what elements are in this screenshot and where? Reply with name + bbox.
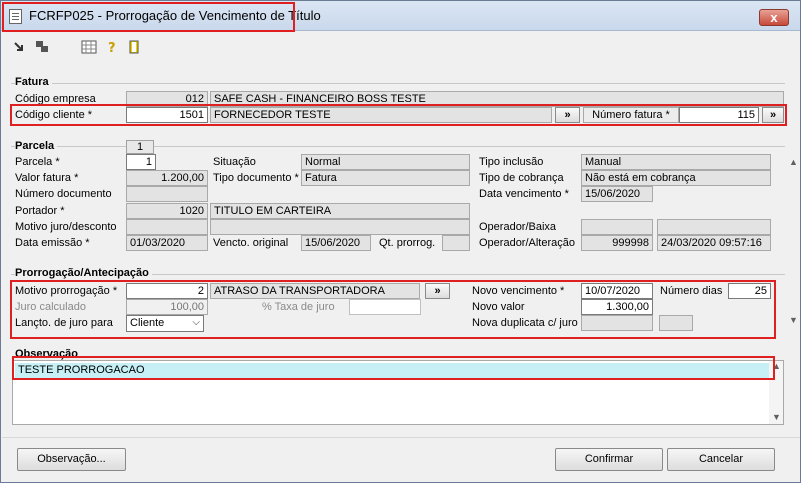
motivo-prorrogacao-name-field: ATRASO DA TRANSPORTADORA <box>210 283 420 299</box>
observacao-group-label: Observação <box>15 348 81 360</box>
scroll-up-icon[interactable]: ▲ <box>789 157 798 167</box>
motivo-prorrogacao-code-input[interactable]: 2 <box>126 283 208 299</box>
empresa-label: Código empresa <box>15 93 96 105</box>
tipo-cobranca-field: Não está em cobrança <box>581 170 771 186</box>
numero-fatura-label: Número fatura * <box>583 107 679 123</box>
calculator-icon[interactable] <box>81 40 97 54</box>
operador-alteracao-date-field: 24/03/2020 09:57:16 <box>657 235 771 251</box>
observacao-memo[interactable]: TESTE PRORROGACAO ▲ ▼ <box>12 360 784 425</box>
empresa-code-field: 012 <box>126 91 208 107</box>
data-vencimento-field: 15/06/2020 <box>581 186 653 202</box>
svg-text:?: ? <box>108 41 116 54</box>
window-title: FCRFP025 - Prorrogação de Vencimento de … <box>29 8 321 23</box>
copy-icon[interactable] <box>34 40 50 54</box>
confirmar-button[interactable]: Confirmar <box>555 448 663 471</box>
parcela-label: Parcela * <box>15 156 60 168</box>
cliente-label: Código cliente * <box>15 109 93 121</box>
prorrogacao-group-label: Prorrogação/Antecipação <box>15 267 152 279</box>
qt-prorrog-label: Qt. prorrog. <box>379 237 436 249</box>
numero-fatura-input[interactable]: 115 <box>679 107 759 123</box>
tipo-documento-field: Fatura <box>301 170 470 186</box>
data-emissao-field: 01/03/2020 <box>126 235 208 251</box>
document-icon <box>9 9 22 24</box>
tipo-inclusao-label: Tipo inclusão <box>479 156 544 168</box>
nova-duplicata-extra-field <box>659 315 693 331</box>
operador-baixa-label: Operador/Baixa <box>479 221 557 233</box>
lancto-juro-select[interactable]: Cliente ⌵ <box>126 315 204 332</box>
outer-scrollbar[interactable]: ▲ ▼ <box>785 31 800 331</box>
situacao-field: Normal <box>301 154 470 170</box>
chevron-down-icon[interactable]: ⌵ <box>192 316 200 330</box>
tipo-inclusao-field: Manual <box>581 154 771 170</box>
novo-vencimento-input[interactable]: 10/07/2020 <box>581 283 653 299</box>
valor-fatura-field: 1.200,00 <box>126 170 208 186</box>
operador-alteracao-label: Operador/Alteração <box>479 237 575 249</box>
memo-scroll-down-icon[interactable]: ▼ <box>772 412 781 422</box>
parcela-group-label: Parcela <box>15 140 58 152</box>
taxa-juro-input[interactable] <box>349 299 421 315</box>
qt-prorrog-field <box>442 235 470 251</box>
vencto-original-label: Vencto. original <box>213 237 289 249</box>
numero-documento-label: Número documento <box>15 188 112 200</box>
motivo-lookup-button[interactable]: » <box>425 283 450 299</box>
numero-fatura-lookup-button[interactable]: » <box>762 107 784 123</box>
observacao-button[interactable]: Observação... <box>17 448 126 471</box>
tipo-documento-label: Tipo documento * <box>213 172 299 184</box>
motivo-juro-name-field <box>210 219 470 235</box>
memo-scroll-up-icon[interactable]: ▲ <box>772 361 781 371</box>
motivo-juro-label: Motivo juro/desconto <box>15 221 117 233</box>
exit-door-icon[interactable] <box>126 40 142 54</box>
parcela-tab[interactable]: 1 <box>126 140 154 154</box>
data-vencimento-label: Data vencimento * <box>479 188 569 200</box>
novo-vencimento-label: Novo vencimento * <box>472 285 565 297</box>
numero-documento-field <box>126 186 208 202</box>
lancto-juro-value: Cliente <box>130 317 165 329</box>
dialog-window: FCRFP025 - Prorrogação de Vencimento de … <box>0 0 801 483</box>
numero-dias-input[interactable]: 25 <box>728 283 771 299</box>
cliente-name-field: FORNECEDOR TESTE <box>210 107 552 123</box>
juro-calculado-field: 100,00 <box>126 299 208 315</box>
title-bar[interactable]: FCRFP025 - Prorrogação de Vencimento de … <box>1 1 800 31</box>
operador-baixa-code-field <box>581 219 653 235</box>
vencto-original-field: 15/06/2020 <box>301 235 371 251</box>
help-icon[interactable]: ? <box>104 40 120 56</box>
empresa-name-field: SAFE CASH - FINANCEIRO BOSS TESTE <box>210 91 784 107</box>
motivo-prorrogacao-label: Motivo prorrogação * <box>15 285 118 297</box>
lancto-juro-label: Lançto. de juro para <box>15 317 113 329</box>
data-emissao-label: Data emissão * <box>15 237 90 249</box>
memo-scrollbar[interactable]: ▲ ▼ <box>769 361 783 424</box>
scroll-down-icon[interactable]: ▼ <box>789 315 798 325</box>
nova-duplicata-field <box>581 315 653 331</box>
numero-dias-label: Número dias <box>660 285 723 297</box>
observacao-text[interactable]: TESTE PRORROGACAO <box>15 363 770 380</box>
fatura-group-label: Fatura <box>15 76 52 88</box>
situacao-label: Situação <box>213 156 256 168</box>
operador-alteracao-code-field: 999998 <box>581 235 653 251</box>
cliente-lookup-button[interactable]: » <box>555 107 580 123</box>
juro-calculado-label: Juro calculado <box>15 301 86 313</box>
novo-valor-input[interactable]: 1.300,00 <box>581 299 653 315</box>
novo-valor-label: Novo valor <box>472 301 525 313</box>
arrow-icon[interactable] <box>12 40 28 54</box>
cliente-code-input[interactable]: 1501 <box>126 107 208 123</box>
taxa-juro-label: % Taxa de juro <box>262 301 335 313</box>
close-button[interactable]: x <box>759 9 789 26</box>
portador-label: Portador * <box>15 205 65 217</box>
toolbar: ? <box>2 32 800 62</box>
portador-name-field: TITULO EM CARTEIRA <box>210 203 470 219</box>
portador-code-field: 1020 <box>126 203 208 219</box>
cancelar-button[interactable]: Cancelar <box>667 448 775 471</box>
motivo-juro-code-field <box>126 219 208 235</box>
tipo-cobranca-label: Tipo de cobrança <box>479 172 564 184</box>
operador-baixa-date-field <box>657 219 771 235</box>
valor-fatura-label: Valor fatura * <box>15 172 79 184</box>
parcela-input[interactable]: 1 <box>126 154 156 170</box>
nova-duplicata-label: Nova duplicata c/ juro <box>472 317 578 329</box>
